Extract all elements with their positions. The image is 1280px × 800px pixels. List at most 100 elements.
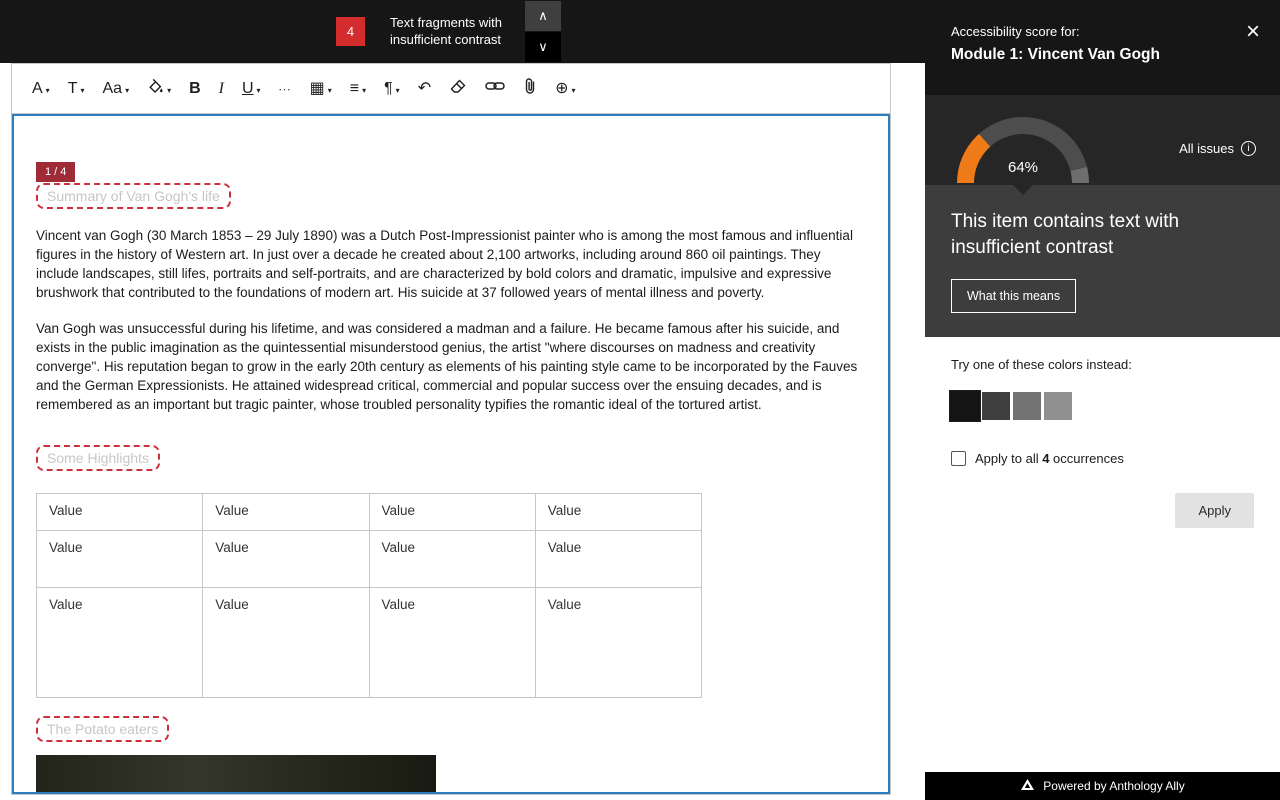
paragraph-1: Vincent van Gogh (30 March 1853 – 29 Jul… [36,226,866,302]
table-cell[interactable]: Value [37,588,203,698]
what-this-means-button[interactable]: What this means [951,279,1076,313]
info-icon: i [1241,141,1256,156]
text-color-button[interactable]: A ▾ [24,75,58,103]
insert-button[interactable]: ⊕ ▾ [547,75,583,103]
table-cell[interactable]: Value [37,531,203,588]
underline-icon: U [242,81,254,97]
font-size-button[interactable]: Aa ▾ [94,75,137,103]
potato-eaters-image[interactable] [36,755,436,794]
apply-button[interactable]: Apply [1175,493,1254,528]
caret-down-icon: ▾ [572,86,576,95]
all-issues-button[interactable]: All issues i [1179,141,1256,156]
issue-message: This item contains text with insufficien… [951,209,1251,261]
bold-button[interactable]: B [181,75,209,103]
paragraph-button[interactable]: ¶ ▾ [376,75,408,103]
table-button[interactable]: ▦ ▾ [302,75,340,103]
apply-all-label: Apply to all 4 occurrences [975,451,1124,466]
text-color-icon: A [32,81,43,97]
footer-text: Powered by Anthology Ally [1043,779,1184,793]
module-title: Module 1: Vincent Van Gogh [951,46,1254,64]
caret-down-icon: ▾ [396,86,400,95]
flagged-heading-highlights[interactable]: Some Highlights [36,445,160,471]
flagged-heading-potato-eaters[interactable]: The Potato eaters [36,716,169,742]
font-size-icon: Aa [102,81,122,97]
panel-header: Accessibility score for: Module 1: Vince… [925,0,1280,95]
paint-bucket-icon [147,78,164,100]
text-style-icon: T [68,81,78,97]
editor-toolbar: A ▾ T ▾ Aa ▾ ▾ B I U ▾ ∙∙∙ [12,64,890,114]
score-value: 64% [957,159,1089,176]
caret-down-icon: ▾ [167,86,171,95]
score-for-label: Accessibility score for: [951,24,1254,39]
table-cell[interactable]: Value [203,531,369,588]
flagged-heading-summary[interactable]: Summary of Van Gogh's life [36,183,231,209]
table-cell[interactable]: Value [369,494,535,531]
table-cell[interactable]: Value [369,531,535,588]
all-issues-label: All issues [1179,141,1234,156]
highlight-color-button[interactable]: ▾ [139,72,179,106]
table-icon: ▦ [310,81,325,97]
table-cell[interactable]: Value [535,494,701,531]
content-table: Value Value Value Value Value Value Valu… [36,493,874,698]
score-gauge: 64% [957,117,1089,183]
apply-all-row: Apply to all 4 occurrences [951,451,1254,466]
caret-down-icon: ▾ [257,86,261,95]
paperclip-icon [523,77,537,100]
color-swatch-3[interactable] [1013,392,1041,420]
color-swatches [951,392,1254,420]
anthology-logo-icon [1020,778,1035,794]
issue-count-badge: 4 [336,17,365,46]
panel-footer: Powered by Anthology Ally [925,772,1280,800]
plus-circle-icon: ⊕ [555,81,568,97]
paragraph-2: Van Gogh was unsuccessful during his lif… [36,319,866,414]
color-swatch-4[interactable] [1044,392,1072,420]
link-icon [485,79,505,98]
italic-button[interactable]: I [211,75,232,103]
align-button[interactable]: ≡ ▾ [342,75,374,103]
color-prompt: Try one of these colors instead: [951,357,1254,372]
editor-card: A ▾ T ▾ Aa ▾ ▾ B I U ▾ ∙∙∙ [11,63,891,795]
table-cell[interactable]: Value [535,531,701,588]
italic-icon: I [219,81,224,97]
paragraph-icon: ¶ [384,81,393,97]
issue-position-badge: 1 / 4 [36,162,75,182]
bold-icon: B [189,81,201,97]
close-icon: × [1246,18,1260,45]
align-icon: ≡ [350,81,359,97]
color-swatch-1[interactable] [949,390,981,422]
table-cell[interactable]: Value [203,588,369,698]
attachment-button[interactable] [515,71,545,106]
table-cell[interactable]: Value [203,494,369,531]
next-issue-button[interactable]: ∨ [525,32,561,62]
caret-down-icon: ▾ [125,86,129,95]
ally-panel: Accessibility score for: Module 1: Vince… [925,0,1280,800]
table-cell[interactable]: Value [37,494,203,531]
more-options-icon: ∙∙∙ [279,83,292,95]
table-cell[interactable]: Value [369,588,535,698]
table-row: Value Value Value Value [37,531,702,588]
table-row: Value Value Value Value [37,588,702,698]
table-cell[interactable]: Value [535,588,701,698]
undo-button[interactable]: ↶ [410,75,439,103]
apply-all-checkbox[interactable] [951,451,966,466]
previous-issue-button[interactable]: ∧ [525,1,561,31]
link-button[interactable] [477,73,513,104]
caret-down-icon: ▾ [362,86,366,95]
caret-down-icon: ▾ [46,86,50,95]
caret-down-icon: ▾ [328,86,332,95]
clear-formatting-button[interactable] [441,72,475,105]
issue-bar-label: Text fragments with insufficient contras… [390,14,520,48]
issue-message-section: This item contains text with insufficien… [925,185,1280,337]
table-row: Value Value Value Value [37,494,702,531]
close-button[interactable]: × [1246,20,1260,44]
chevron-down-icon: ∨ [538,39,548,55]
color-swatch-2[interactable] [982,392,1010,420]
more-options-button[interactable]: ∙∙∙ [271,77,300,101]
text-style-button[interactable]: T ▾ [60,75,93,103]
editor-content-area[interactable]: 1 / 4 Summary of Van Gogh's life Vincent… [12,114,890,794]
caret-down-icon: ▾ [80,86,84,95]
chevron-up-icon: ∧ [538,8,548,24]
eraser-icon [449,78,467,99]
underline-button[interactable]: U ▾ [234,75,269,103]
fix-section: Try one of these colors instead: Apply t… [925,337,1280,528]
